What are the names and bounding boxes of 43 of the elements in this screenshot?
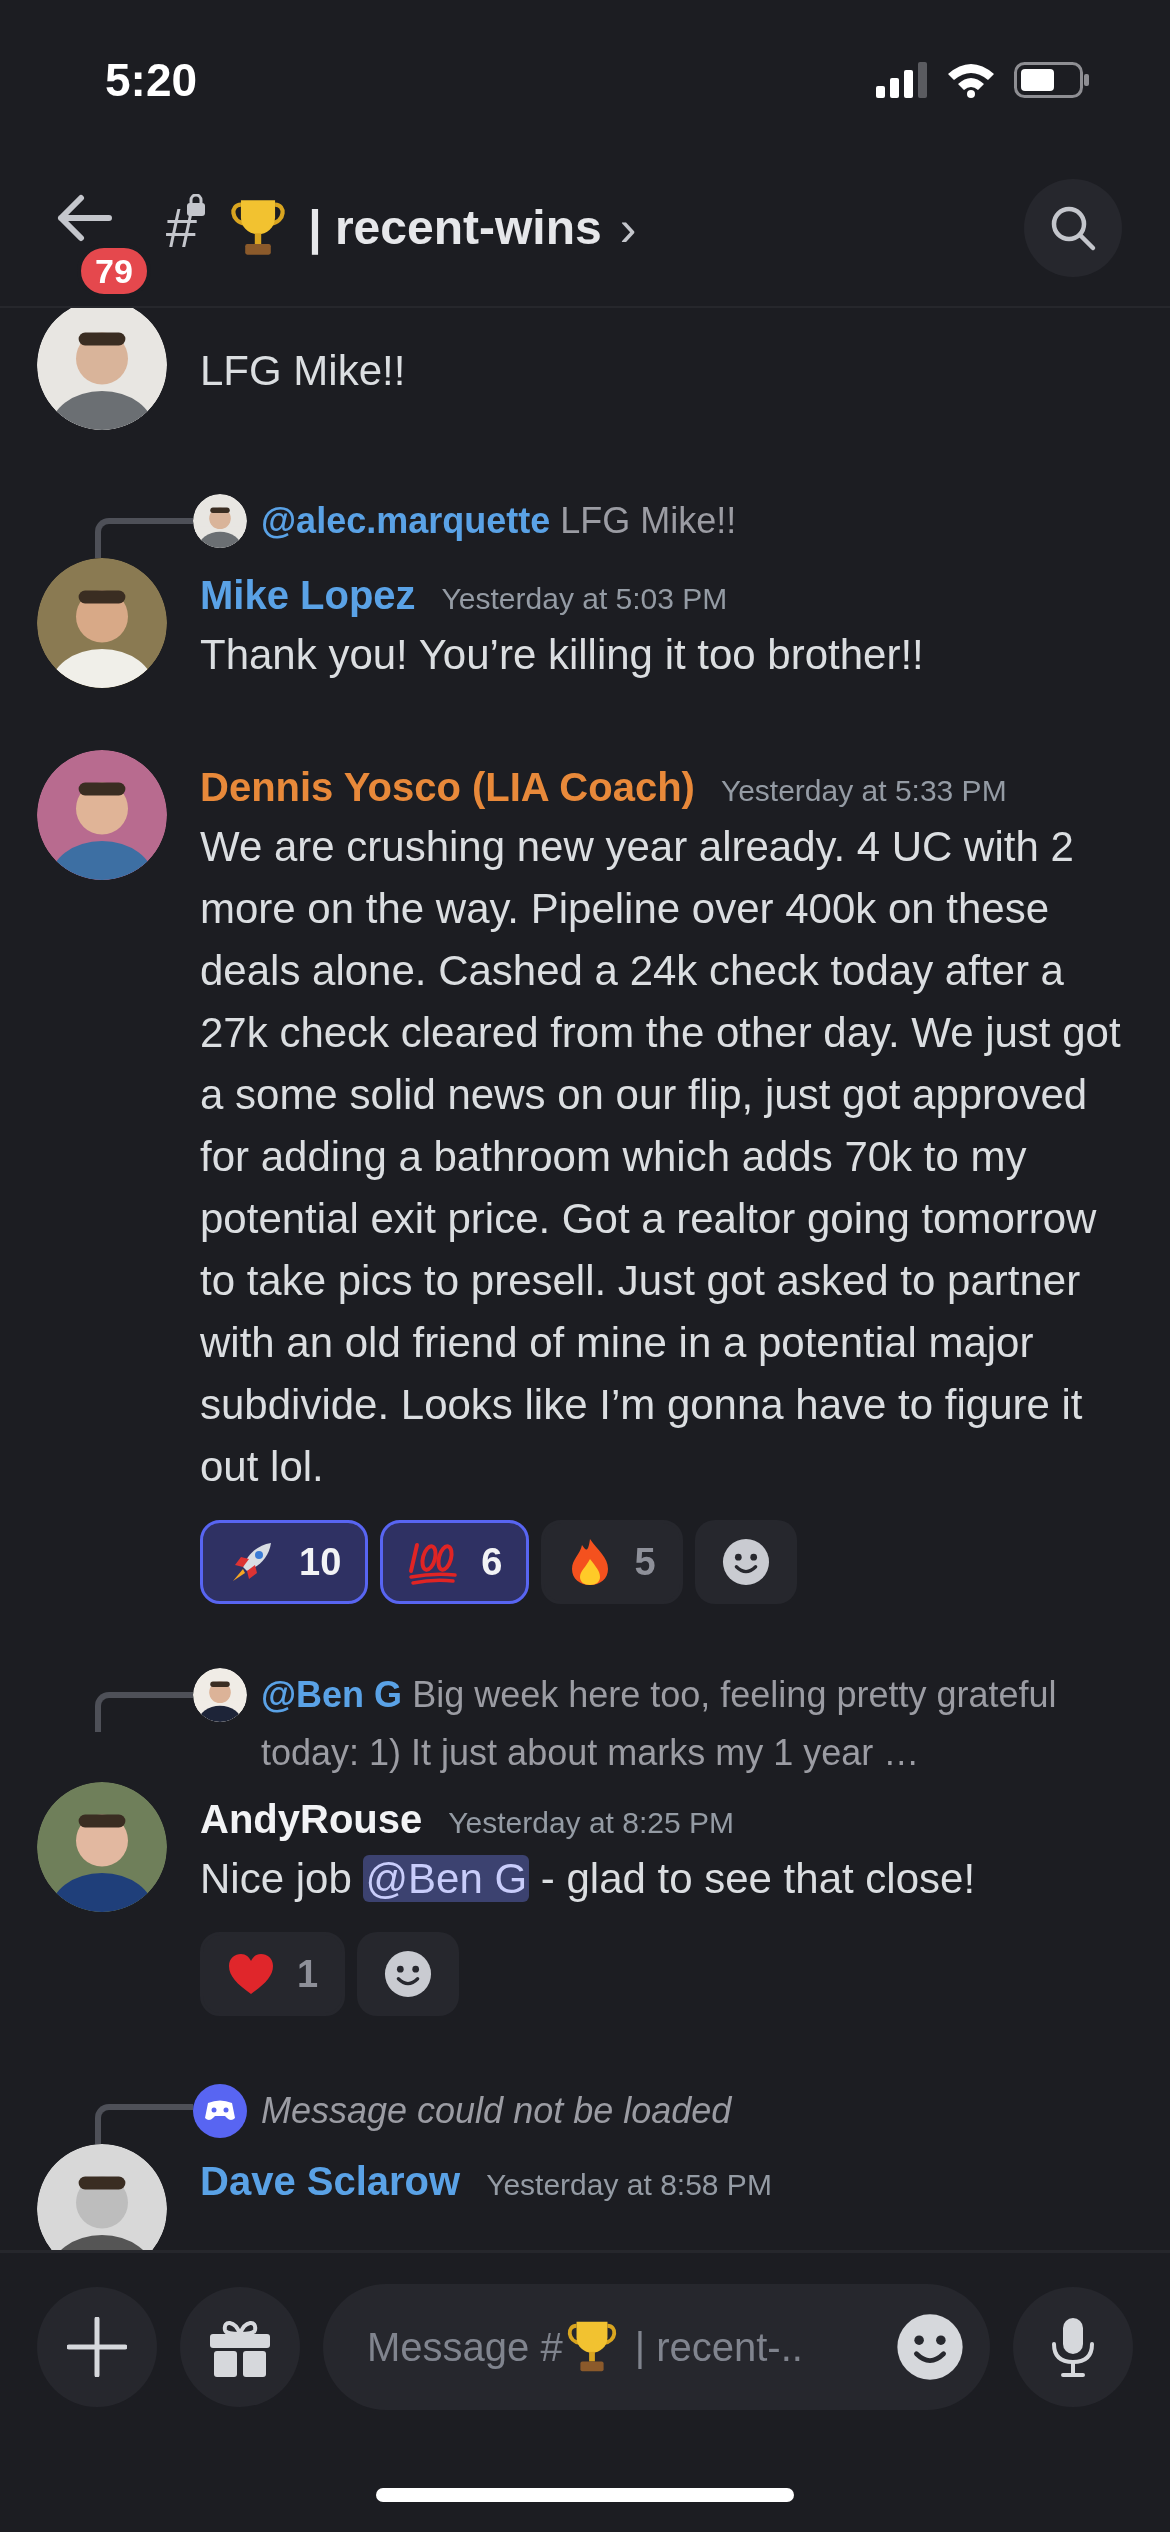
reaction-chip[interactable]: 1: [200, 1932, 346, 2016]
microphone-icon: [1049, 2315, 1097, 2378]
back-button[interactable]: [55, 194, 113, 242]
reply-preview: @Ben G Big week here too, feeling pretty grateful today: 1) It just about marks my 1 year …: [261, 1673, 1058, 1775]
mention-link[interactable]: @Ben G: [363, 1855, 530, 1902]
reaction-chip[interactable]: 5: [541, 1520, 683, 1604]
author-name[interactable]: Dennis Yosco (LIA Coach): [200, 758, 695, 816]
add-reaction-button[interactable]: [694, 1520, 797, 1604]
add-reaction-button[interactable]: [357, 1932, 460, 2016]
channel-title[interactable]: | recent-wins: [308, 192, 602, 264]
message-time: Yesterday at 8:25 PM: [448, 1805, 734, 1841]
smiley-icon: [384, 1950, 433, 1998]
status-time: 5:20: [105, 52, 198, 108]
smiley-icon: [896, 2312, 964, 2381]
signal-icon: [876, 62, 928, 98]
smiley-icon: [721, 1538, 770, 1586]
author-name[interactable]: Mike Lopez: [200, 566, 416, 624]
placeholder-text: | recent-..: [634, 2323, 803, 2371]
game-controller-icon: [193, 2084, 247, 2138]
message-text: LFG Mike!!: [200, 346, 407, 396]
heart-icon: [227, 1952, 275, 1996]
message-text: We are crushing new year already. 4 UC with 2 more on the way. Pipeline over 400k on these deals alone. Cashed a 24k check today after a 27k check cleared from the other day. We just got a some solid news on our flip, just got approved for adding a bathroom which adds 70k to my potential exit price. Got a realtor going tomorrow to take pics to presell. Just got asked to partner with an old friend of mine in a potential major subdivide. Looks like I’m gonna have to figure it out lol.: [200, 822, 1122, 1492]
message-time: Yesterday at 8:58 PM: [486, 2167, 772, 2203]
search-icon: [1049, 204, 1097, 252]
placeholder-text: Message #: [367, 2323, 563, 2371]
message-text: Thank you! You’re killing it too brother!!: [200, 630, 925, 680]
message-text: Nice job @Ben G - glad to see that close!: [200, 1854, 977, 1904]
author-name[interactable]: AndyRouse: [200, 1790, 423, 1848]
battery-icon: [1014, 62, 1090, 98]
message-time: Yesterday at 5:33 PM: [720, 773, 1007, 809]
mention-link[interactable]: @alec.marquette: [261, 500, 551, 541]
reply-preview: @alec.marquette LFG Mike!!: [261, 499, 738, 543]
back-arrow-icon: [55, 194, 113, 242]
reaction-chip[interactable]: 10: [200, 1520, 369, 1604]
plus-icon: [67, 2316, 127, 2377]
message-input[interactable]: Message # | recent-..: [323, 2283, 990, 2410]
mention-link[interactable]: @Ben G: [261, 1674, 403, 1715]
wifi-icon: [946, 62, 996, 98]
message-time: Yesterday at 5:03 PM: [441, 581, 728, 617]
author-name[interactable]: Dave Sclarow: [200, 2152, 461, 2210]
reply-preview: Message could not be loaded: [261, 2089, 732, 2133]
reaction-chip[interactable]: 6: [380, 1520, 530, 1604]
chevron-icon: ›: [619, 190, 637, 266]
